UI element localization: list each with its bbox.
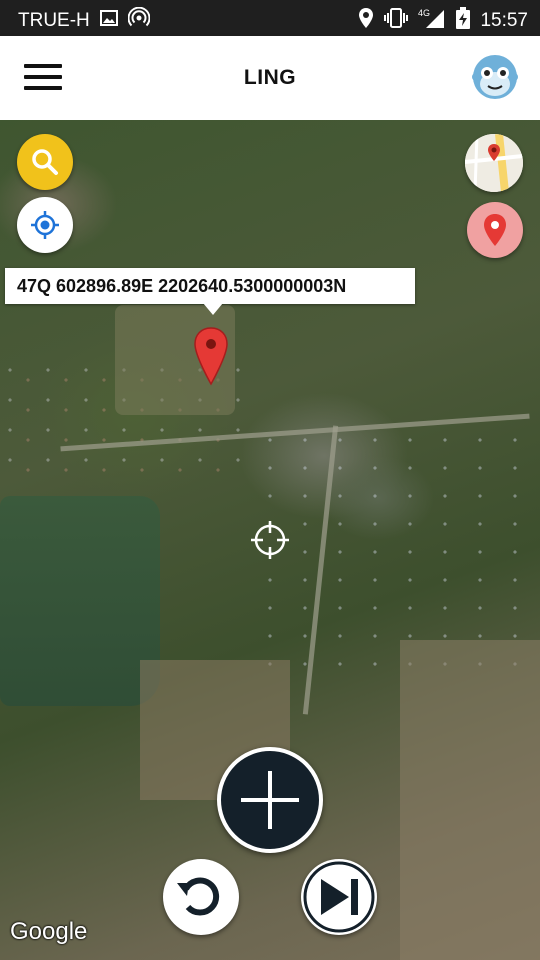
status-time: 15:57 (480, 10, 528, 31)
my-location-button[interactable] (17, 197, 73, 253)
skip-next-button[interactable] (301, 859, 377, 935)
hotspot-icon (127, 6, 151, 35)
drop-pin-button[interactable] (467, 202, 523, 258)
image-icon (99, 9, 118, 33)
undo-button[interactable] (163, 859, 239, 935)
coordinate-text: 47Q 602896.89E 2202640.5300000003N (17, 275, 347, 296)
map-marker-icon[interactable] (193, 326, 229, 386)
search-button[interactable] (17, 134, 73, 190)
carrier-label: TRUE-H (18, 10, 90, 31)
skip-next-icon (303, 861, 375, 933)
my-location-icon (31, 211, 59, 239)
street-map-icon (465, 134, 523, 192)
app-title: LING (243, 66, 297, 89)
coordinate-label-pointer (203, 303, 223, 315)
pin-icon (484, 214, 506, 246)
undo-icon (177, 877, 220, 916)
monkey-avatar-icon[interactable] (472, 54, 518, 100)
location-icon (358, 7, 374, 35)
add-point-button[interactable] (217, 747, 323, 853)
map-field (400, 640, 540, 960)
crosshair-icon (251, 521, 289, 559)
signal-icon: 4G (418, 7, 446, 35)
search-icon (32, 149, 58, 175)
app-bar: LING (0, 36, 540, 120)
vibrate-icon (384, 7, 409, 35)
google-attribution: Google (10, 918, 88, 945)
status-bar: TRUE-H 4G 15:57 (0, 0, 540, 36)
svg-text:4G: 4G (418, 8, 430, 18)
plus-icon (241, 771, 299, 829)
street-map-button[interactable] (465, 134, 523, 192)
battery-charging-icon (456, 7, 471, 35)
map-pond (0, 496, 160, 706)
coordinate-label: 47Q 602896.89E 2202640.5300000003N (5, 268, 415, 304)
